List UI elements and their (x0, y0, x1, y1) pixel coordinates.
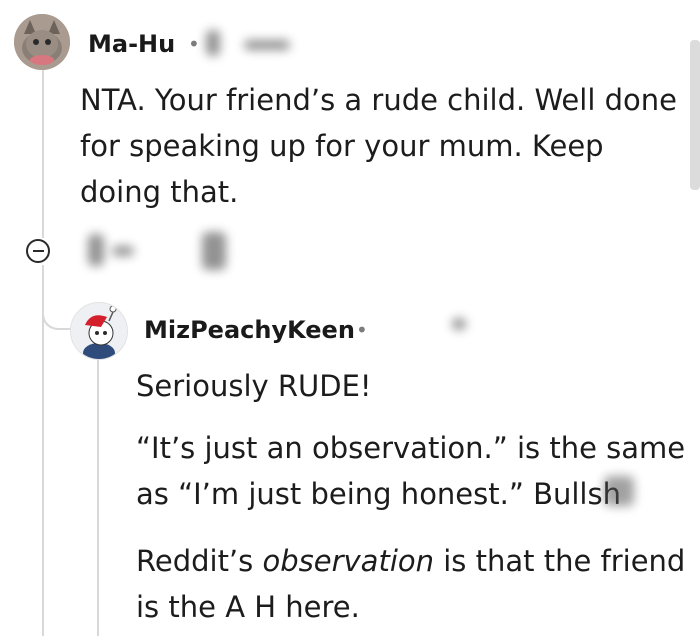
comment-body-line: doing that. (80, 175, 239, 209)
reply-emphasis: observation (262, 544, 434, 578)
reply-paragraph-3: Reddit’s observation is that the friend … (136, 538, 696, 630)
comment-body-line: for speaking up for your mum. Keep (80, 129, 604, 163)
thread-connector (42, 290, 72, 330)
collapse-thread-icon[interactable] (26, 239, 50, 263)
thread-line-reply (97, 355, 99, 636)
reply-text: Reddit’s (136, 544, 263, 578)
reply-paragraph-3-line: Reddit’s observation is that the friend (136, 538, 696, 584)
avatar[interactable] (14, 14, 70, 70)
upvote-icon[interactable] (88, 234, 104, 266)
comment-body: NTA. Your friend’s a rude child. Well do… (80, 77, 680, 215)
reply-paragraph-1: Seriously RUDE! (136, 369, 372, 403)
reply-meta-separator: • (356, 318, 368, 342)
reply-avatar[interactable] (70, 302, 128, 360)
reply-paragraph-3-line: is the A H here. (136, 590, 360, 624)
reply-username[interactable]: MizPeachyKeen (144, 316, 355, 344)
downvote-icon[interactable] (202, 232, 226, 270)
comment-username[interactable]: Ma-Hu (88, 30, 175, 58)
thread-line-main (42, 70, 44, 238)
reply-text: is that the friend (434, 544, 686, 578)
meta-separator: • (188, 32, 200, 56)
scrollbar[interactable] (690, 40, 700, 190)
cat-avatar-icon (14, 14, 70, 70)
redacted-reply-timestamp (452, 318, 466, 330)
redacted-word (604, 476, 634, 506)
vote-count (112, 246, 134, 256)
snoo-avatar-icon (71, 303, 127, 359)
reply-paragraph-2-line: “It’s just an observation.” is the same (136, 431, 686, 465)
redacted-flair (206, 30, 220, 56)
comment-body-line: NTA. Your friend’s a rude child. Well do… (80, 83, 677, 117)
redacted-timestamp (244, 40, 290, 50)
